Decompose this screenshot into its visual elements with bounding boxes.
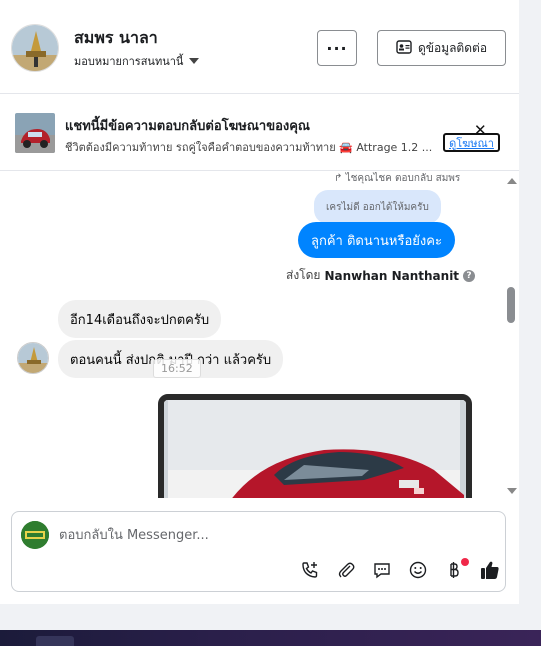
assign-label: มอบหมายการสนทนานี้ (74, 55, 184, 68)
incoming-message-bubble[interactable]: อีก14เดือนถึงจะปกตครับ (58, 300, 222, 338)
scroll-down-arrow-icon[interactable] (507, 488, 517, 494)
chat-scrollbar[interactable] (505, 172, 518, 498)
attachment-icon[interactable] (328, 557, 364, 583)
page-avatar (21, 521, 49, 549)
quoted-message: เครไม่ดี ออกได้ให้มครับ (314, 190, 441, 224)
more-label: ··· (326, 38, 348, 58)
conversation-header: สมพร นาลา มอบหมายการสนทนานี้ ··· ดูข้อมู… (0, 0, 519, 94)
sent-by-line: ส่งโดย Nanwhan Nanthanit ? (286, 266, 476, 285)
window-edge (519, 0, 541, 604)
thumbs-up-icon[interactable] (472, 557, 508, 583)
assign-conversation-dropdown[interactable]: มอบหมายการสนทนานี้ (74, 52, 200, 70)
reply-arrow-icon: ↱ (334, 173, 343, 184)
car-photo-attachment[interactable] (158, 394, 472, 498)
ad-context-banner: แชทนี้มีข้อความตอบกลับต่อโฆษณาของคุณ ชีว… (0, 95, 519, 171)
sent-by-prefix: ส่งโดย (286, 268, 321, 282)
reply-context-note: ↱ ไชคุณไชค ตอบกลับ สมพร (334, 172, 460, 186)
page-background (0, 604, 541, 630)
sender-name: Nanwhan Nanthanit (324, 268, 460, 283)
emoji-icon[interactable] (400, 557, 436, 583)
contact-name[interactable]: สมพร นาลา (74, 26, 158, 51)
saved-reply-icon[interactable] (364, 557, 400, 583)
baht-payment-icon[interactable] (436, 557, 472, 583)
scrollbar-thumb[interactable] (507, 287, 515, 323)
ad-thumbnail[interactable] (15, 113, 55, 153)
messenger-panel: สมพร นาลา มอบหมายการสนทนานี้ ··· ดูข้อมู… (0, 0, 519, 604)
reply-input[interactable] (59, 524, 479, 546)
message-composer (11, 511, 506, 592)
close-icon[interactable]: ✕ (474, 123, 487, 138)
os-taskbar (0, 630, 541, 646)
ad-title: แชทนี้มีข้อความตอบกลับต่อโฆษณาของคุณ (65, 119, 310, 134)
contact-card-icon (396, 39, 412, 57)
outgoing-message-bubble[interactable]: ลูกค้า ติดนานหรือยังคะ (298, 222, 455, 258)
reply-note-text: ไชคุณไชค ตอบกลับ สมพร (345, 173, 461, 184)
sender-avatar[interactable] (17, 342, 49, 374)
profile-avatar[interactable] (11, 24, 59, 72)
composer-toolbar (292, 557, 508, 583)
contact-button-label: ดูข้อมูลติดต่อ (417, 40, 488, 55)
taskbar-item[interactable] (36, 636, 74, 646)
caret-down-icon (189, 58, 200, 64)
view-ad-link[interactable]: ดูโฆษณา (443, 133, 500, 152)
message-thread: ↱ ไชคุณไชค ตอบกลับ สมพร เครไม่ดี ออกได้ใ… (0, 172, 505, 498)
notification-dot (461, 558, 469, 566)
more-options-button[interactable]: ··· (317, 30, 357, 66)
ad-description: ชีวิตต้องมีความท้าทาย รถคู่ใจคือคำตอบของ… (65, 141, 433, 154)
help-icon[interactable]: ? (463, 269, 476, 282)
view-contact-info-button[interactable]: ดูข้อมูลติดต่อ (377, 30, 506, 66)
timestamp-tooltip: 16:52 (153, 359, 201, 378)
call-add-icon[interactable] (292, 557, 328, 583)
scroll-up-arrow-icon[interactable] (507, 178, 517, 184)
